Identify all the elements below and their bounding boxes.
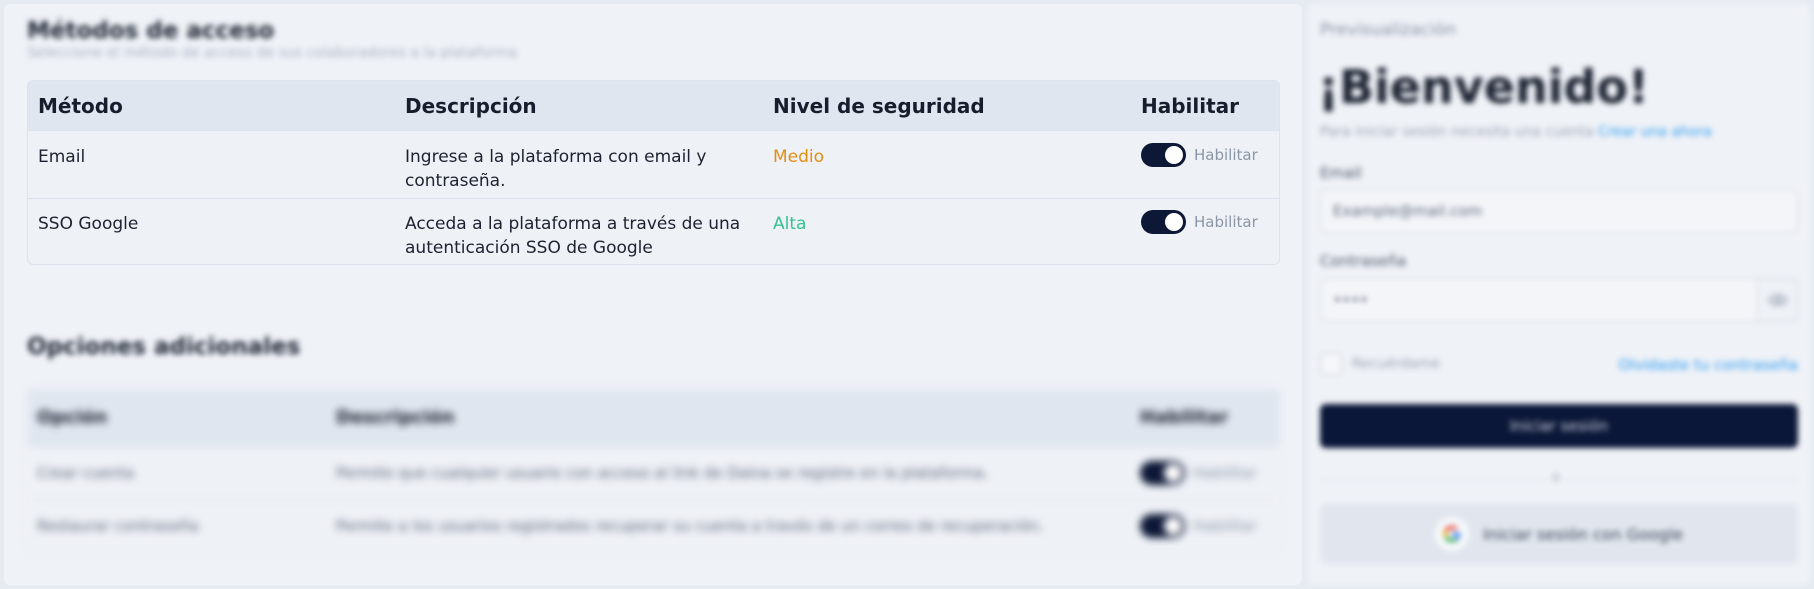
google-login-button[interactable]: Iniciar sesión con Google (1320, 504, 1798, 564)
column-header-security: Nivel de seguridad (773, 93, 985, 118)
table-row: Restaurar contraseña Permite a los usuar… (27, 499, 1280, 552)
forgot-password-link[interactable]: Olvidaste tu contraseña (1619, 356, 1799, 374)
method-name: SSO Google (38, 214, 139, 234)
column-header-description: Descripción (336, 407, 455, 428)
signup-prompt: Para iniciar sesión necesita una cuenta … (1320, 124, 1712, 140)
email-enable-toggle[interactable] (1141, 143, 1186, 167)
divider-text: o (1548, 470, 1564, 485)
toggle-label: Habilitar (1193, 517, 1257, 535)
access-methods-table: Método Descripción Nivel de seguridad Ha… (27, 80, 1280, 265)
table-header: Opción Descripción Habilitar (27, 389, 1280, 446)
access-methods-title: Métodos de acceso (27, 18, 275, 44)
option-name: Restaurar contraseña (37, 517, 199, 535)
sso-google-enable-toggle[interactable] (1141, 210, 1186, 234)
password-field[interactable]: •••• (1320, 278, 1758, 322)
toggle-label: Habilitar (1193, 464, 1257, 482)
login-preview-panel: Previsualización ¡Bienvenido! Para inici… (1308, 4, 1810, 585)
remember-label: Recuérdame (1352, 356, 1441, 372)
security-level-high: Alta (773, 214, 807, 234)
welcome-heading: ¡Bienvenido! (1318, 60, 1649, 114)
preview-label: Previsualización (1320, 20, 1456, 40)
email-field[interactable]: Example@mail.com (1320, 189, 1798, 233)
access-settings-panel: Métodos de acceso Seleccione el método d… (4, 4, 1302, 585)
google-icon (1434, 517, 1469, 551)
table-header: Método Descripción Nivel de seguridad Ha… (28, 81, 1279, 130)
google-login-label: Iniciar sesión con Google (1482, 524, 1684, 544)
email-label: Email (1320, 164, 1362, 182)
toggle-label: Habilitar (1194, 146, 1258, 164)
table-row: Crear cuenta Permite que cualquier usuar… (27, 446, 1280, 499)
restore-password-toggle[interactable] (1140, 514, 1185, 538)
table-row: Email Ingrese a la plataforma con email … (28, 130, 1279, 198)
password-label: Contraseña (1320, 252, 1407, 270)
toggle-label: Habilitar (1194, 213, 1258, 231)
method-name: Email (38, 147, 86, 167)
remember-checkbox[interactable] (1320, 353, 1342, 375)
column-header-description: Descripción (405, 93, 537, 118)
column-header-enable: Habilitar (1141, 93, 1240, 118)
method-description: Acceda a la plataforma a través de una a… (405, 214, 741, 258)
create-account-toggle[interactable] (1140, 461, 1185, 485)
additional-options-title: Opciones adicionales (27, 334, 301, 360)
column-header-method: Método (38, 93, 123, 118)
column-header-enable: Habilitar (1140, 407, 1229, 428)
option-name: Crear cuenta (37, 464, 135, 482)
eye-icon[interactable] (1758, 278, 1798, 322)
signup-link[interactable]: Crear una ahora (1598, 124, 1712, 140)
table-row: SSO Google Acceda a la plataforma a trav… (28, 198, 1279, 264)
method-description: Ingrese a la plataforma con email y cont… (405, 147, 707, 191)
login-button[interactable]: Iniciar sesión (1320, 404, 1798, 448)
security-level-medium: Medio (773, 147, 825, 167)
option-description: Permite que cualquier usuario con acceso… (336, 464, 989, 482)
access-methods-subtitle: Seleccione el método de acceso de sus co… (27, 45, 518, 61)
additional-options-table: Opción Descripción Habilitar Crear cuent… (27, 389, 1280, 552)
column-header-option: Opción (37, 407, 108, 428)
option-description: Permite a los usuarios registrados recup… (336, 517, 1044, 535)
